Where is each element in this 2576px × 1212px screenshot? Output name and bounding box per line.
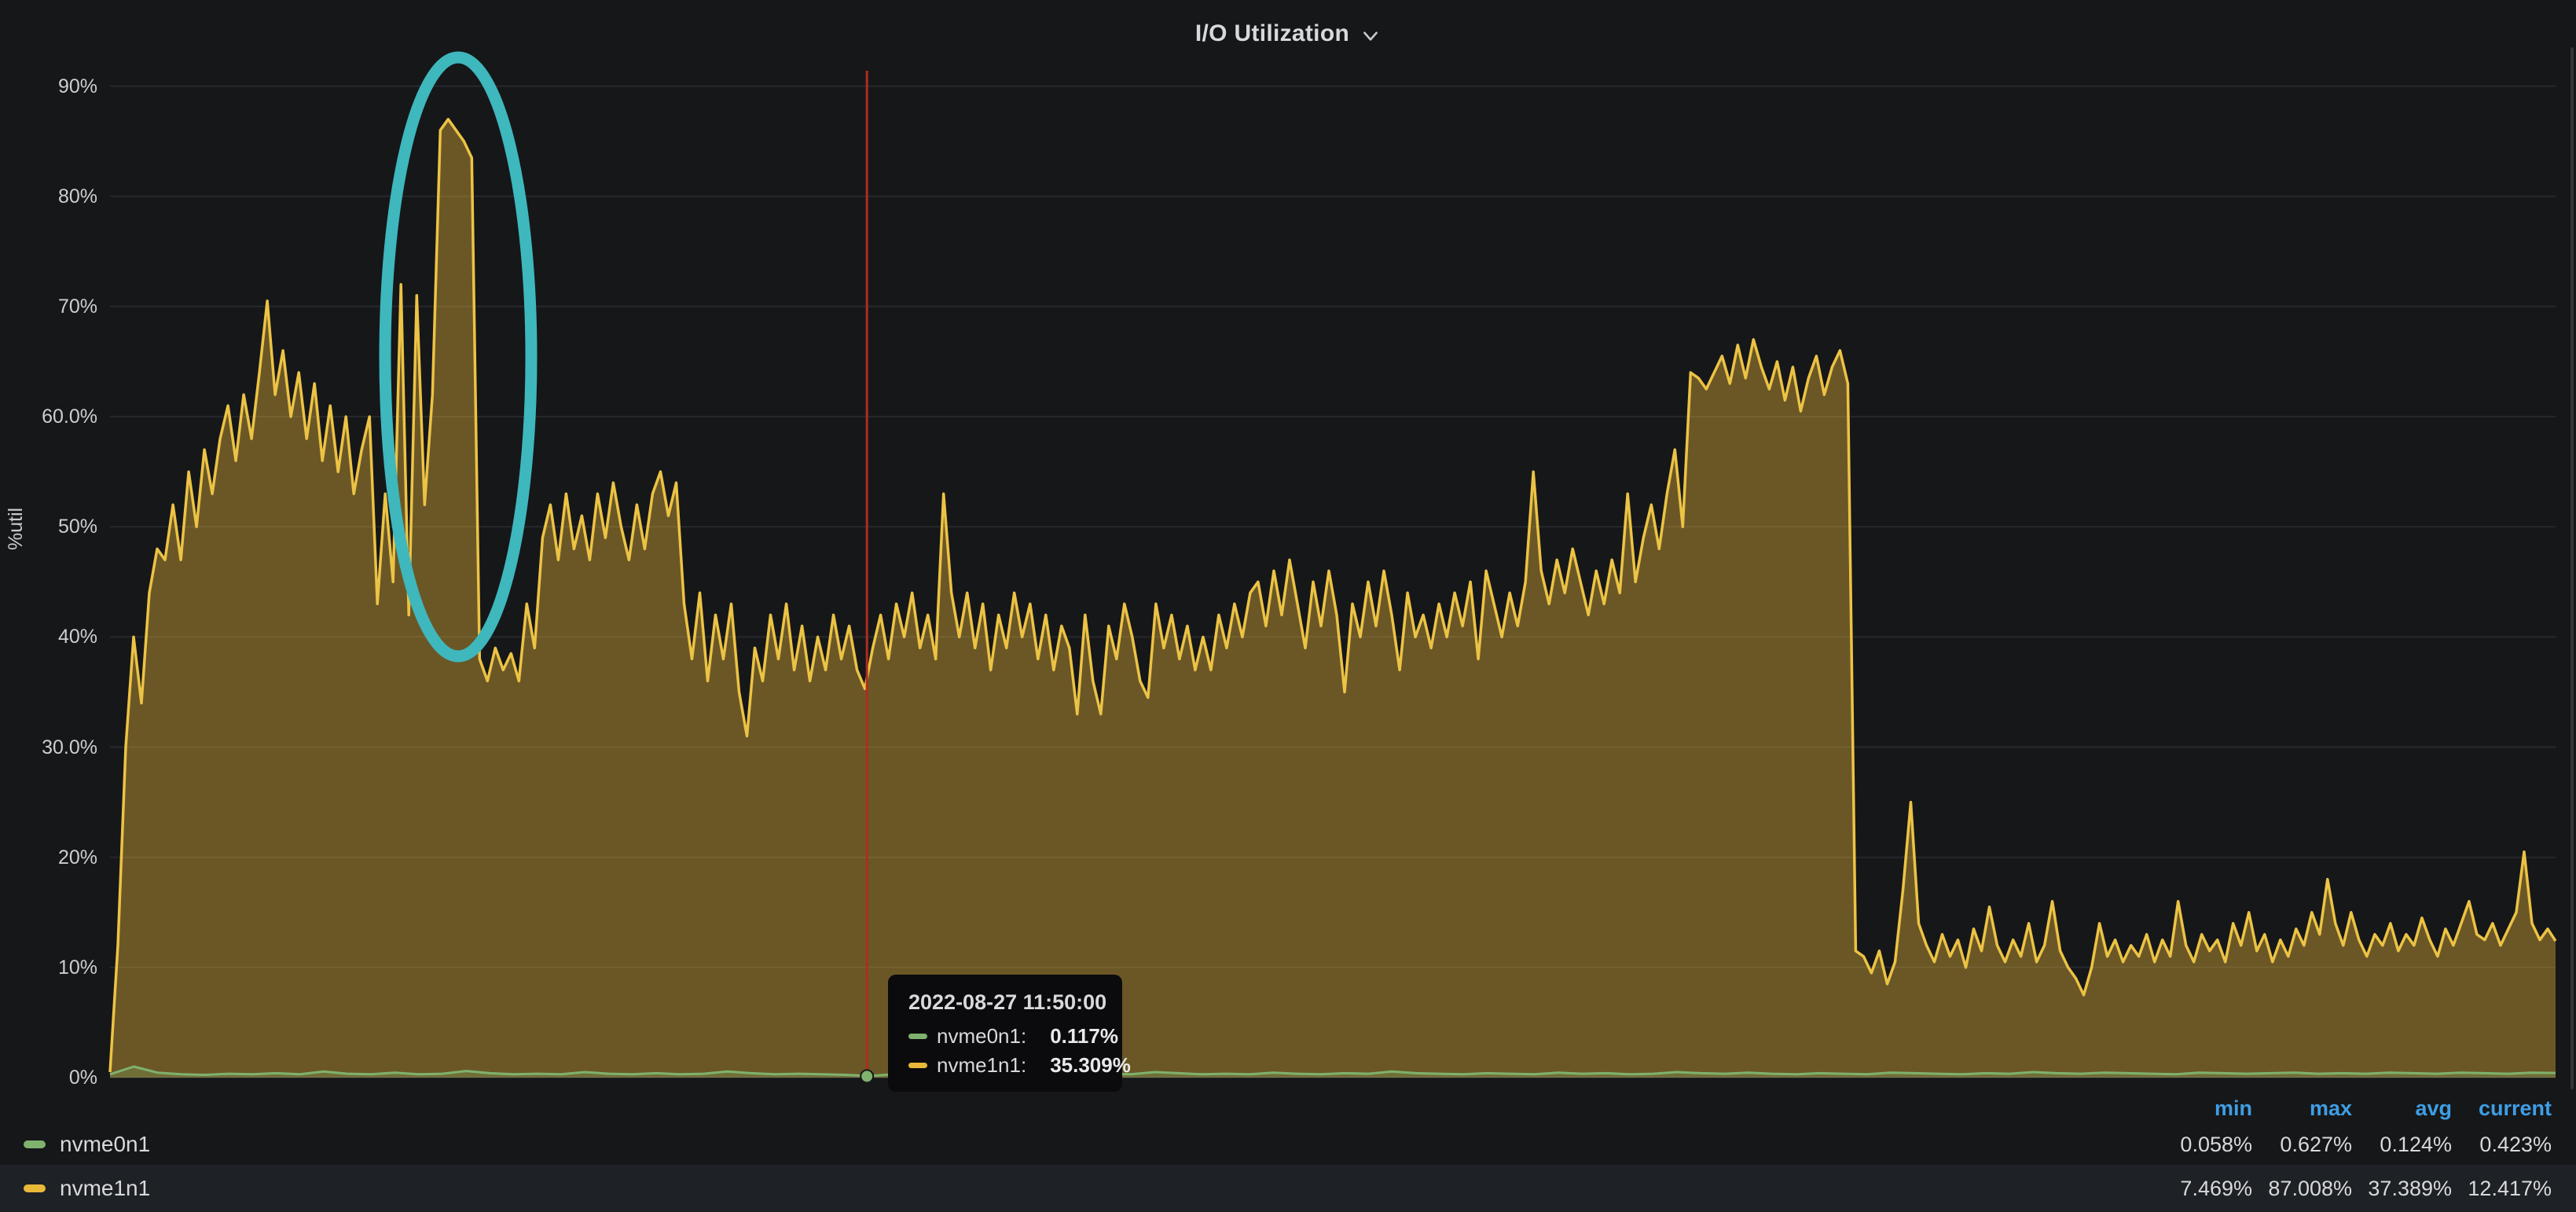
- legend-header-row: minmaxavgcurrent: [0, 1093, 2576, 1124]
- chevron-down-icon: [1360, 25, 1381, 46]
- legend-header-min[interactable]: min: [2152, 1096, 2252, 1121]
- y-tick-label: 20%: [0, 847, 97, 869]
- legend-stat-max: 87.008%: [2252, 1177, 2352, 1201]
- legend-header-avg[interactable]: avg: [2352, 1096, 2452, 1121]
- chart-canvas[interactable]: [110, 71, 2556, 1078]
- series-color-icon[interactable]: [24, 1184, 46, 1192]
- y-tick-label: 40%: [0, 626, 97, 648]
- legend-header-current[interactable]: current: [2452, 1096, 2552, 1121]
- legend-stat-max: 0.627%: [2252, 1133, 2352, 1157]
- chart-plot-area[interactable]: [110, 71, 2556, 1078]
- series-color-icon: [908, 1034, 927, 1039]
- tooltip-series-rows: nvme0n1: 0.117% nvme1n1: 35.309%: [908, 1024, 1102, 1078]
- tooltip: 2022-08-27 11:50:00 nvme0n1: 0.117% nvme…: [888, 975, 1122, 1092]
- y-tick-label: 90%: [0, 75, 97, 97]
- tooltip-series-value: 35.309%: [1050, 1053, 1131, 1078]
- legend-stat-avg: 37.389%: [2352, 1177, 2452, 1201]
- scrollbar-thumb[interactable]: [2570, 47, 2574, 1089]
- y-tick-label: 70%: [0, 296, 97, 318]
- tooltip-timestamp: 2022-08-27 11:50:00: [908, 990, 1102, 1015]
- series-color-icon[interactable]: [24, 1140, 46, 1148]
- y-tick-label: 0%: [0, 1067, 97, 1089]
- tooltip-series-name: nvme0n1:: [937, 1024, 1026, 1049]
- legend: minmaxavgcurrent nvme0n1 0.058% 0.627% 0…: [0, 1093, 2576, 1212]
- y-tick-label: 60.0%: [0, 406, 97, 428]
- legend-stat-current: 0.423%: [2452, 1133, 2552, 1157]
- crosshair-point: [861, 1070, 873, 1082]
- tooltip-series-name: nvme1n1:: [937, 1053, 1026, 1078]
- tooltip-series-value: 0.117%: [1050, 1024, 1118, 1049]
- legend-series-label[interactable]: nvme1n1: [0, 1176, 2152, 1201]
- legend-header-max[interactable]: max: [2252, 1096, 2352, 1121]
- y-tick-label: 30.0%: [0, 736, 97, 758]
- series-color-icon: [908, 1063, 927, 1068]
- grafana-panel: I/O Utilization %util 90%80%70%60.0%50%4…: [0, 0, 2576, 1212]
- legend-stat-current: 12.417%: [2452, 1177, 2552, 1201]
- legend-row-nvme1n1[interactable]: nvme1n1 7.469% 87.008% 37.389% 12.417%: [0, 1165, 2576, 1212]
- legend-stat-min: 7.469%: [2152, 1177, 2252, 1201]
- legend-stat-min: 0.058%: [2152, 1133, 2252, 1157]
- y-tick-label: 50%: [0, 516, 97, 538]
- panel-title[interactable]: I/O Utilization: [1195, 20, 1349, 47]
- panel-header[interactable]: I/O Utilization: [0, 0, 2576, 68]
- legend-row-nvme0n1[interactable]: nvme0n1 0.058% 0.627% 0.124% 0.423%: [0, 1124, 2576, 1165]
- tooltip-row: nvme0n1: 0.117%: [908, 1024, 1102, 1049]
- legend-series-label[interactable]: nvme0n1: [0, 1132, 2152, 1157]
- tooltip-row: nvme1n1: 35.309%: [908, 1053, 1102, 1078]
- y-tick-label: 80%: [0, 185, 97, 208]
- y-tick-label: 10%: [0, 957, 97, 979]
- legend-stat-avg: 0.124%: [2352, 1133, 2452, 1157]
